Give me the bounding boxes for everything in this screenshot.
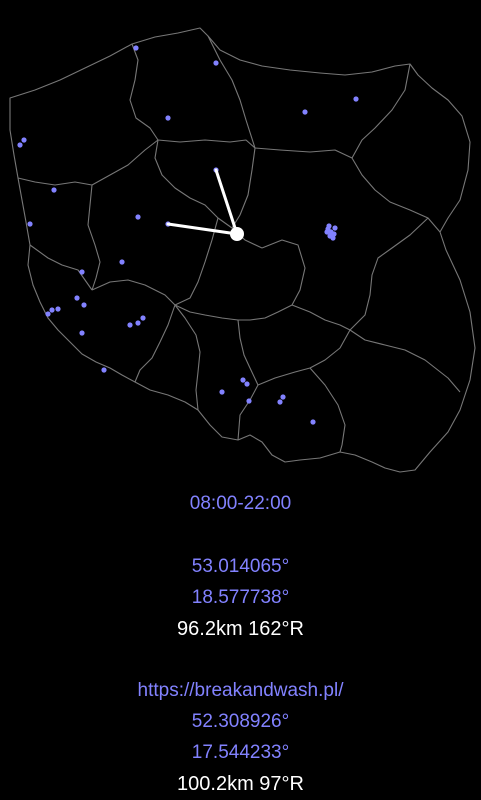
border-swietokrzyskie-podkarpackie: [309, 329, 351, 369]
location-point[interactable]: [135, 320, 141, 326]
border-wielkopolskie-kujawskie: [154, 139, 219, 219]
country-outline: [9, 27, 476, 473]
location-point[interactable]: [213, 60, 219, 66]
location-point[interactable]: [55, 306, 61, 312]
border-lubelskie-podkarpackie: [349, 329, 461, 393]
border-pomorskie-warminskie: [207, 35, 256, 149]
map-app: 08:00-22:00 53.014065° 18.577738° 96.2km…: [0, 0, 481, 800]
location-point[interactable]: [119, 259, 125, 265]
location-point[interactable]: [326, 223, 332, 229]
border-mazowieckie-lubelskie: [349, 217, 429, 331]
location-point[interactable]: [240, 377, 246, 383]
current-location-marker: [230, 227, 244, 241]
location-point[interactable]: [330, 235, 336, 241]
location-points: [17, 45, 359, 425]
border-pomorskie-kujawskie: [157, 139, 256, 149]
pointer-line-2: [166, 222, 239, 236]
border-swietokrzyskie-malopolskie: [257, 367, 311, 386]
voivodeship-borders: [9, 27, 476, 473]
location-point[interactable]: [310, 419, 316, 425]
point2-longitude: 17.544233°: [191, 742, 290, 763]
location-point[interactable]: [74, 295, 80, 301]
location-point[interactable]: [27, 221, 33, 227]
location-point[interactable]: [135, 214, 141, 220]
location-point[interactable]: [101, 367, 107, 373]
location-point[interactable]: [51, 187, 57, 193]
border-mazowieckie-swietokrzyskie: [291, 304, 351, 331]
border-zachodniopomorskie-lubuskie: [17, 177, 93, 226]
border-warminskie-podlaskie: [351, 63, 411, 159]
location-point[interactable]: [353, 96, 359, 102]
location-point[interactable]: [140, 315, 146, 321]
location-point[interactable]: [21, 137, 27, 143]
border-lubuskie-dolnoslaskie: [29, 244, 93, 291]
location-point[interactable]: [17, 142, 23, 148]
border-zachodniopomorskie-wielkopolskie: [91, 139, 159, 186]
point1-distance: 96.2km 162°R: [177, 618, 304, 640]
border-podlaskie-mazowieckie: [351, 157, 441, 233]
location-point[interactable]: [280, 394, 286, 400]
border-kujawskie-mazowieckie: [231, 147, 256, 229]
location-point[interactable]: [324, 229, 330, 235]
border-lubuskie-wielkopolskie: [87, 224, 101, 291]
location-point[interactable]: [79, 330, 85, 336]
border-zachodniopomorskie-pomorskie: [129, 43, 159, 141]
location-point[interactable]: [244, 381, 250, 387]
location-point[interactable]: [133, 45, 139, 51]
location-point[interactable]: [302, 109, 308, 115]
border-lodzkie-swietokrzyskie: [238, 304, 293, 321]
opening-hours: 08:00-22:00: [189, 493, 292, 514]
border-opolskie-slaskie: [174, 304, 201, 411]
location-point[interactable]: [81, 302, 87, 308]
poland-map[interactable]: [0, 0, 481, 485]
location-point[interactable]: [49, 307, 55, 313]
location-point[interactable]: [127, 322, 133, 328]
location-point[interactable]: [165, 115, 171, 121]
point1-latitude: 53.014065°: [191, 556, 290, 577]
location-point[interactable]: [45, 311, 51, 317]
location-point[interactable]: [246, 398, 252, 404]
point2-latitude: 52.308926°: [191, 711, 290, 732]
border-malopolskie-podkarpackie: [309, 367, 346, 453]
point1-longitude: 18.577738°: [191, 587, 290, 608]
location-point[interactable]: [219, 389, 225, 395]
point2-url-link[interactable]: https://breakandwash.pl/: [0, 679, 481, 703]
location-point[interactable]: [332, 225, 338, 231]
border-warminskie-mazowieckie: [254, 147, 353, 159]
border-lodzkie-mazowieckie: [261, 239, 306, 306]
location-point[interactable]: [79, 269, 85, 275]
location-point[interactable]: [277, 399, 283, 405]
border-wielkopolskie-dolnoslaskie: [91, 279, 176, 306]
point2-distance: 100.2km 97°R: [177, 773, 304, 795]
